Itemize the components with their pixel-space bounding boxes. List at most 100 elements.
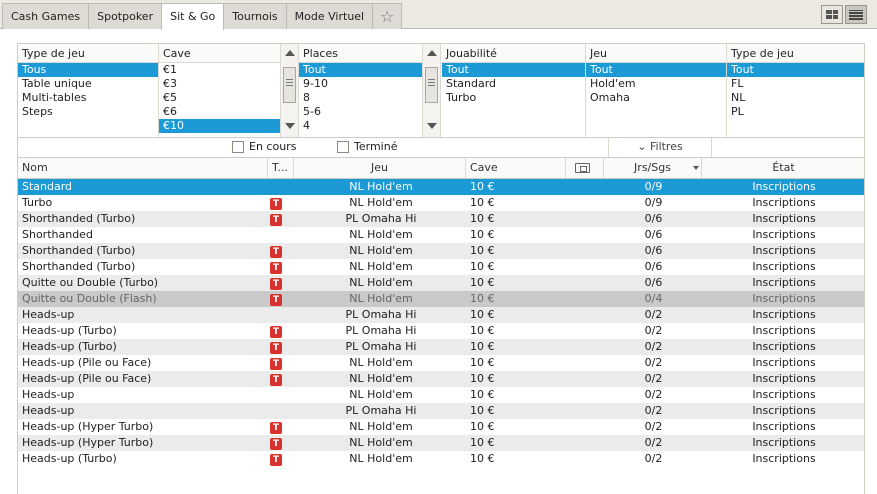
tab-tournois[interactable]: Tournois <box>223 3 287 29</box>
row-cave: 10 € <box>470 308 495 321</box>
sort-down-icon <box>693 166 699 170</box>
tab-mode-virtuel[interactable]: Mode Virtuel <box>285 3 374 29</box>
row-cave: 10 € <box>470 436 495 449</box>
row-nom: Heads-up <box>22 388 75 401</box>
scroll-down-icon[interactable] <box>427 123 437 129</box>
chevron-down-icon: ⌄ <box>637 140 647 153</box>
cave-scrollbar[interactable] <box>281 44 299 137</box>
filtres-button[interactable]: ⌄ Filtres <box>608 138 712 157</box>
turbo-badge-icon: T <box>270 278 282 290</box>
table-row[interactable]: Heads-up PL Omaha Hi 10 € 0/2 Inscriptions <box>18 403 864 419</box>
filter-option[interactable]: Tout <box>727 63 864 77</box>
filter-option[interactable]: €1 <box>159 63 280 77</box>
table-row[interactable]: Shorthanded (Turbo) T PL Omaha Hi 10 € 0/6 In… <box>18 211 864 227</box>
col-jeu[interactable]: Jeu <box>294 158 466 178</box>
row-jeu: PL Omaha Hi <box>345 324 417 337</box>
en-cours-checkbox[interactable]: En cours <box>232 140 296 153</box>
turbo-badge-icon: T <box>270 454 282 466</box>
scroll-thumb[interactable] <box>425 67 438 103</box>
table-row[interactable]: Quitte ou Double (Flash) T NL Hold'em 10 € 0… <box>18 291 864 307</box>
termine-checkbox[interactable]: Terminé <box>337 140 397 153</box>
filter-option[interactable]: Multi-tables <box>18 91 158 105</box>
filter-option[interactable]: €3 <box>159 77 280 91</box>
row-cave: 10 € <box>470 196 495 209</box>
row-nom: Heads-up <box>22 404 75 417</box>
col-t[interactable]: T... <box>268 158 294 178</box>
table-row[interactable]: Heads-up (Turbo) T PL Omaha Hi 10 € 0/2 Inscr… <box>18 323 864 339</box>
col-nom[interactable]: Nom <box>18 158 268 178</box>
row-cave: 10 € <box>470 452 495 465</box>
row-jeu: NL Hold'em <box>349 388 413 401</box>
table-row[interactable]: Heads-up NL Hold'em 10 € 0/2 Inscriptions <box>18 387 864 403</box>
scroll-up-icon[interactable] <box>285 50 295 56</box>
turbo-badge-icon: T <box>270 262 282 274</box>
checkbox-box[interactable] <box>232 140 244 153</box>
table-row[interactable]: Quitte ou Double (Turbo) T NL Hold'em 10 € 0… <box>18 275 864 291</box>
filter-option[interactable]: Omaha <box>586 91 726 105</box>
row-etat: Inscriptions <box>752 340 816 353</box>
filter-option[interactable]: 8 <box>299 91 422 105</box>
filter-option[interactable]: Turbo <box>442 91 585 105</box>
checkbox-box[interactable] <box>337 140 349 153</box>
row-cave: 10 € <box>470 292 495 305</box>
scroll-down-icon[interactable] <box>285 123 295 129</box>
table-row[interactable]: Standard NL Hold'em 10 € 0/9 Inscriptions <box>18 179 864 195</box>
row-nom: Standard <box>22 180 73 193</box>
row-nom: Heads-up (Pile ou Face) <box>22 372 152 385</box>
filter-option[interactable]: PL <box>727 105 864 119</box>
table-row[interactable]: Heads-up PL Omaha Hi 10 € 0/2 Inscriptions <box>18 307 864 323</box>
filter-option[interactable]: Tout <box>299 63 422 77</box>
row-cave: 10 € <box>470 276 495 289</box>
checkbox-label: En cours <box>249 140 297 153</box>
table-row[interactable]: Heads-up (Turbo) T PL Omaha Hi 10 € 0/2 Inscr… <box>18 339 864 355</box>
filter-option[interactable]: NL <box>727 91 864 105</box>
filter-header: Type de jeu <box>18 44 158 63</box>
table-row[interactable]: Shorthanded (Turbo) T NL Hold'em 10 € 0/6 Ins… <box>18 243 864 259</box>
turbo-badge-icon: T <box>270 198 282 210</box>
row-jrs-sgs: 0/2 <box>644 404 663 417</box>
row-nom: Shorthanded (Turbo) <box>22 260 136 273</box>
table-row[interactable]: Shorthanded NL Hold'em 10 € 0/6 Inscriptions <box>18 227 864 243</box>
filter-option[interactable]: €5 <box>159 91 280 105</box>
row-jrs-sgs: 0/4 <box>644 292 663 305</box>
favorites-star-icon[interactable]: ☆ <box>372 3 403 29</box>
filter-option[interactable]: Standard <box>442 77 585 91</box>
col-etat[interactable]: État <box>702 158 864 178</box>
filter-option[interactable]: 9-10 <box>299 77 422 91</box>
filter-option[interactable]: Tout <box>586 63 726 77</box>
table-row[interactable]: Turbo T NL Hold'em 10 € 0/9 Inscriptions <box>18 195 864 211</box>
col-jrs-sgs[interactable]: Jrs/Sgs <box>604 158 702 178</box>
filter-option[interactable]: Steps <box>18 105 158 119</box>
filter-option[interactable]: FL <box>727 77 864 91</box>
filter-option[interactable]: Tous <box>18 63 158 77</box>
filter-option[interactable]: 5-6 <box>299 105 422 119</box>
filter-option[interactable]: €6 <box>159 105 280 119</box>
table-row[interactable]: Heads-up (Pile ou Face) T NL Hold'em 10 € 0/… <box>18 371 864 387</box>
tab-cash-games[interactable]: Cash Games <box>2 3 90 29</box>
tab-spotpoker[interactable]: Spotpoker <box>88 3 163 29</box>
view-switcher <box>821 5 867 24</box>
grid-view-button[interactable] <box>821 5 843 24</box>
table-row[interactable]: Heads-up (Turbo) T NL Hold'em 10 € 0/2 Inscri… <box>18 451 864 467</box>
turbo-badge-icon: T <box>270 326 282 338</box>
filter-option[interactable]: Hold'em <box>586 77 726 91</box>
filter-option[interactable]: 4 <box>299 119 422 133</box>
table-row[interactable]: Heads-up (Hyper Turbo) T NL Hold'em 10 € 0/2… <box>18 435 864 451</box>
places-scrollbar[interactable] <box>423 44 441 137</box>
filter-option[interactable]: Tout <box>442 63 585 77</box>
row-nom: Heads-up (Pile ou Face) <box>22 356 152 369</box>
table-row[interactable]: Heads-up (Hyper Turbo) T NL Hold'em 10 € 0/2… <box>18 419 864 435</box>
list-view-button[interactable] <box>845 5 867 24</box>
filter-option[interactable]: Table unique <box>18 77 158 91</box>
col-cave[interactable]: Cave <box>466 158 566 178</box>
tab-sit-and-go[interactable]: Sit & Go <box>161 3 225 30</box>
table-row[interactable]: Shorthanded (Turbo) T NL Hold'em 10 € 0/6 Ins… <box>18 259 864 275</box>
table-row[interactable]: Heads-up (Pile ou Face) T NL Hold'em 10 € 0/… <box>18 355 864 371</box>
row-nom: Heads-up (Hyper Turbo) <box>22 436 154 449</box>
scroll-up-icon[interactable] <box>427 50 437 56</box>
status-toolbar: En cours Terminé ⌄ Filtres <box>17 138 865 157</box>
row-turbo: T <box>270 371 282 387</box>
filter-option[interactable]: €10 <box>159 119 280 133</box>
filter-jouabilite: Jouabilité Tout Standard Turbo <box>442 44 586 137</box>
scroll-thumb[interactable] <box>283 67 296 103</box>
